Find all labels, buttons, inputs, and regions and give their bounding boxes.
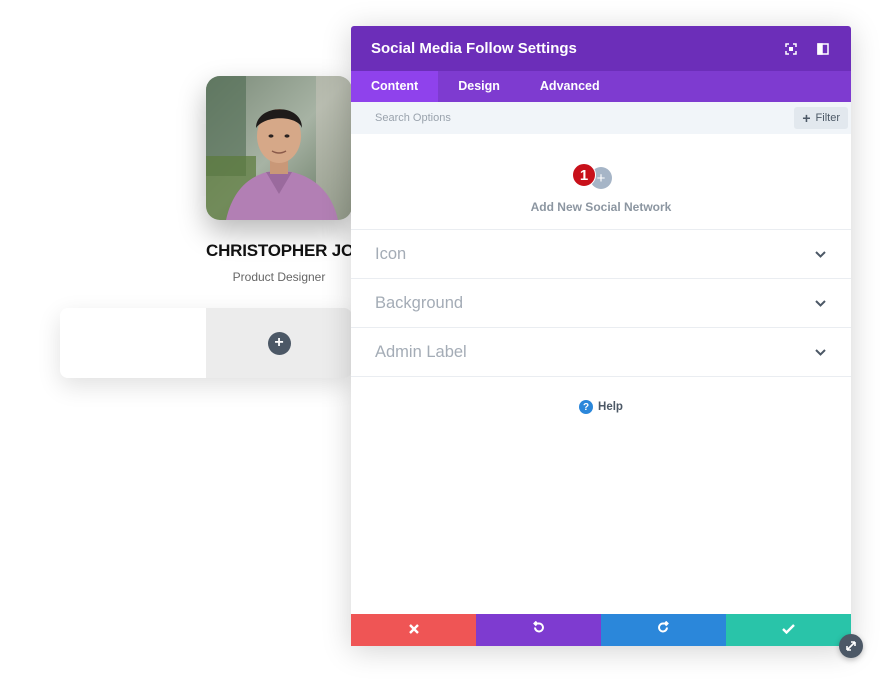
add-network-label[interactable]: Add New Social Network [351,200,851,214]
help-label: Help [598,401,623,413]
redo-icon [657,620,670,639]
focus-icon[interactable] [783,41,799,57]
section-admin-label[interactable]: Admin Label [351,328,851,377]
social-follow-placeholder: + [206,308,352,378]
save-button[interactable] [726,614,851,646]
profile-name: CHRISTOPHER JOE [206,241,366,260]
social-follow-module: + [60,308,352,378]
chevron-down-icon [813,345,827,359]
social-follow-blank [60,308,206,378]
modal-footer [351,614,851,646]
help-link[interactable]: ? Help [351,400,851,414]
chevron-down-icon [813,247,827,261]
section-label: Admin Label [375,342,467,361]
sidebar-toggle-icon[interactable] [815,41,831,57]
section-icon[interactable]: Icon [351,230,851,279]
tab-content[interactable]: Content [351,71,439,102]
redo-button[interactable] [601,614,726,646]
modal-title: Social Media Follow Settings [371,40,577,57]
undo-icon [532,620,545,639]
search-bar: + Filter [351,102,851,134]
check-icon [782,621,795,639]
plus-icon: + [802,110,811,126]
tab-bar: Content Design Advanced [351,71,851,102]
resize-handle-icon[interactable] [839,634,863,658]
filter-label: Filter [815,112,840,124]
help-icon: ? [579,400,594,414]
add-module-plus-icon[interactable]: + [267,331,291,355]
profile-photo [206,76,352,220]
add-social-network: + 1 Add New Social Network [351,134,851,230]
profile-title: Product Designer [232,270,326,284]
search-input[interactable] [375,112,575,124]
chevron-down-icon [813,296,827,310]
tab-advanced[interactable]: Advanced [520,71,620,102]
step-badge: 1 [572,163,596,187]
close-icon [408,621,419,639]
filter-button[interactable]: + Filter [794,107,848,129]
modal-header: Social Media Follow Settings [351,26,851,71]
header-icons [783,41,831,57]
section-label: Icon [375,244,407,263]
undo-button[interactable] [476,614,601,646]
cancel-button[interactable] [351,614,476,646]
section-background[interactable]: Background [351,279,851,328]
section-label: Background [375,293,464,312]
settings-modal: Social Media Follow Settings Content Des… [351,26,851,646]
tab-design[interactable]: Design [438,71,520,102]
